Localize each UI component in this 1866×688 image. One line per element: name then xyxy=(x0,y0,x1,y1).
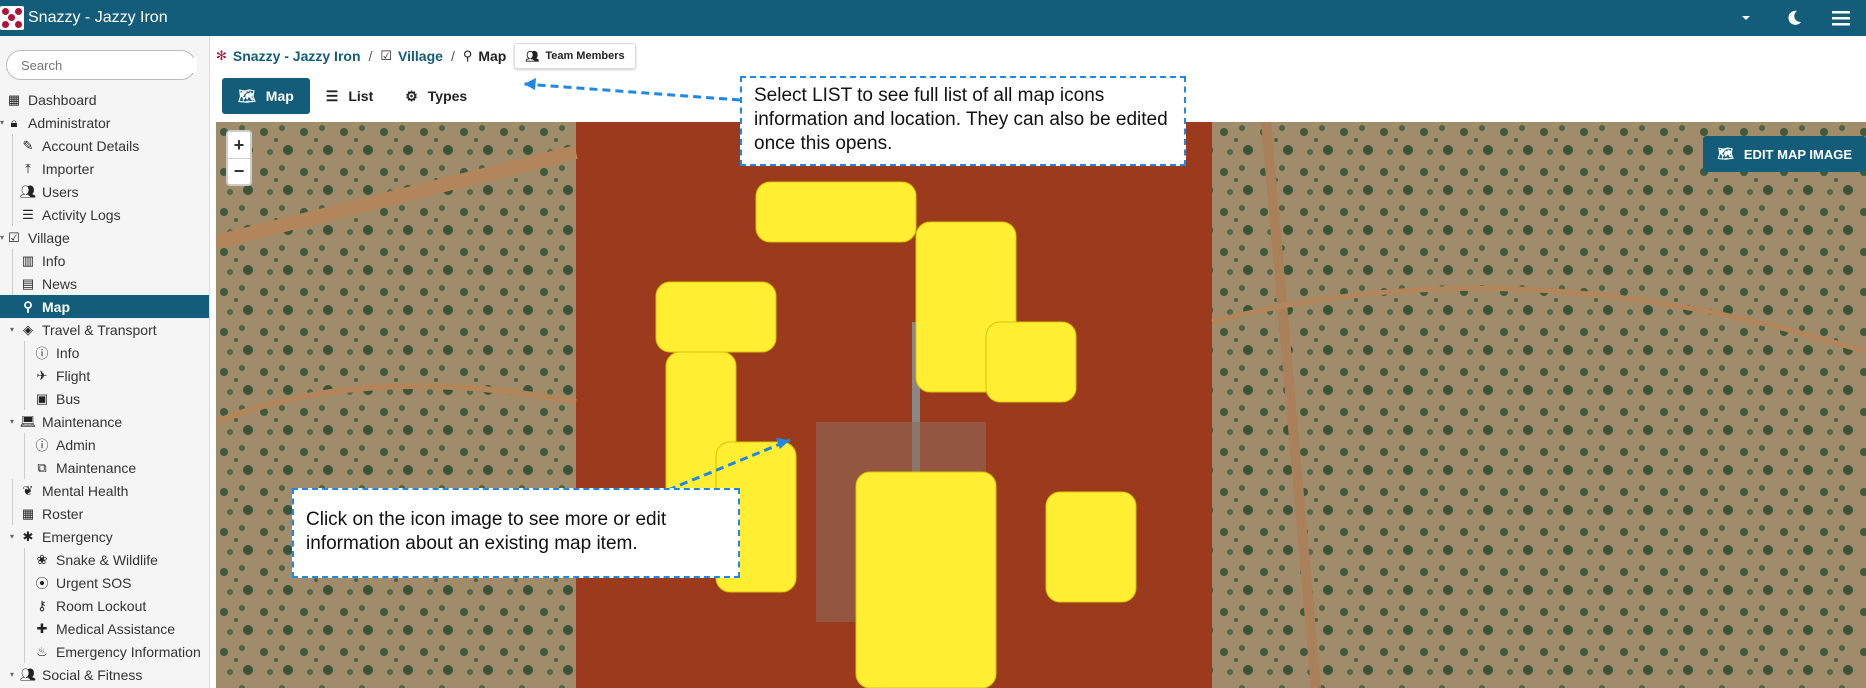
app-title: Snazzy - Jazzy Iron xyxy=(28,9,168,26)
breadcrumb-village[interactable]: Village xyxy=(398,48,443,64)
dropdown-arrow-icon[interactable] xyxy=(1722,0,1770,36)
map-view[interactable]: + − 🗺︎ EDIT MAP IMAGE xyxy=(216,122,1866,688)
map-icon: 🗺︎ xyxy=(238,87,256,104)
tab-map[interactable]: 🗺︎ Map xyxy=(222,78,310,114)
zoom-control: + − xyxy=(226,130,252,186)
list-icon: ☰ xyxy=(325,87,339,104)
sidebar-item-activity-logs[interactable]: ☰ Activity Logs xyxy=(0,203,209,226)
sidebar-item-administrator[interactable]: ▾ 🔒︎ Administrator xyxy=(0,111,209,134)
medkit-icon: ✚ xyxy=(36,620,48,636)
sidebar-nav: ▦ Dashboard ▾ 🔒︎ Administrator ✎ Account Det… xyxy=(0,88,209,686)
map-icon: 🗺︎ xyxy=(1717,146,1734,161)
sidebar-item-travel-info[interactable]: ⓘ Info xyxy=(0,341,209,364)
sidebar: ▦Dashboard ▾🔒︎Administrator ✎Account Det… xyxy=(0,36,210,688)
sidebar-item-flight[interactable]: ✈ Flight xyxy=(0,364,209,387)
sidebar-item-room-lockout[interactable]: ⚷ Room Lockout xyxy=(0,594,209,617)
dashboard-icon: ▦ xyxy=(7,91,21,107)
zoom-out-button[interactable]: − xyxy=(228,158,250,184)
list-icon: ☰ xyxy=(22,206,34,222)
pencil-icon: ✎ xyxy=(22,137,34,153)
satellite-map-image xyxy=(216,122,1866,688)
plane-icon: ✈ xyxy=(36,367,48,383)
sidebar-item-emergency[interactable]: ▾ ✱ Emergency xyxy=(0,525,209,548)
sidebar-item-social-fitness[interactable]: ▾ 👥︎ Social & Fitness xyxy=(0,663,209,686)
icon-tip-callout: Click on the icon image to see more or e… xyxy=(292,488,740,578)
sidebar-item-maintenance-group[interactable]: ▾ 💻︎ Maintenance xyxy=(0,410,209,433)
users-icon: 👥︎ xyxy=(19,183,37,199)
top-app-bar: Snazzy - Jazzy Iron xyxy=(0,0,1866,36)
sidebar-item-village-info[interactable]: ▥ Info xyxy=(0,249,209,272)
toolbox-icon: ⧉ xyxy=(37,459,47,475)
checklist-icon: ☑ xyxy=(380,48,393,63)
paw-icon: ❀ xyxy=(36,551,48,567)
tab-types[interactable]: ⚙ Types xyxy=(389,78,483,114)
sidebar-item-news[interactable]: ▤ News xyxy=(0,272,209,295)
hamburger-menu-icon[interactable] xyxy=(1818,0,1866,36)
app-logo xyxy=(0,6,24,30)
sidebar-item-bus[interactable]: ▣ Bus xyxy=(0,387,209,410)
edit-map-image-button[interactable]: 🗺︎ EDIT MAP IMAGE xyxy=(1703,136,1866,172)
upload-icon: ⤒ xyxy=(25,160,31,176)
sidebar-item-maintenance[interactable]: ⧉ Maintenance xyxy=(0,456,209,479)
view-tabs: 🗺︎ Map ☰ List ⚙ Types xyxy=(222,78,483,114)
sidebar-item-account-details[interactable]: ✎ Account Details xyxy=(0,134,209,157)
people-icon: 👥︎ xyxy=(19,666,37,682)
info-icon: ⓘ xyxy=(35,346,49,361)
sidebar-item-admin[interactable]: ⓘ Admin xyxy=(0,433,209,456)
sidebar-item-users[interactable]: 👥︎ Users xyxy=(0,180,209,203)
hands-icon: ❦ xyxy=(22,482,34,498)
search-input[interactable] xyxy=(21,57,197,73)
lock-icon: 🔒︎ xyxy=(10,114,18,130)
key-icon: ⚷ xyxy=(37,597,47,613)
sidebar-item-travel-transport[interactable]: ▾ ◈ Travel & Transport xyxy=(0,318,209,341)
sidebar-item-urgent-sos[interactable]: ⦿ Urgent SOS xyxy=(0,571,209,594)
newspaper-icon: ▤ xyxy=(21,275,35,291)
map-pin-icon: ⚲ xyxy=(23,298,33,314)
map-pin-icon: ⚲ xyxy=(462,48,473,63)
info-icon: ⓘ xyxy=(35,438,49,453)
dark-mode-moon-icon[interactable] xyxy=(1770,0,1818,36)
sidebar-item-roster[interactable]: ▦ Roster xyxy=(0,502,209,525)
sidebar-item-emergency-information[interactable]: ♨ Emergency Information xyxy=(0,640,209,663)
calendar-icon: ▦ xyxy=(21,505,35,521)
sidebar-item-map[interactable]: ⚲ Map xyxy=(0,295,209,318)
list-tip-callout: Select LIST to see full list of all map … xyxy=(740,76,1186,166)
signal-icon: ⦿ xyxy=(35,576,49,591)
search-box xyxy=(6,50,197,80)
sidebar-item-mental-health[interactable]: ❦ Mental Health xyxy=(0,479,209,502)
breadcrumb: ✻ Snazzy - Jazzy Iron / ☑ Village / ⚲ Ma… xyxy=(216,43,636,69)
asterisk-icon: ✱ xyxy=(22,528,34,544)
zoom-in-button[interactable]: + xyxy=(228,132,250,158)
laptop-icon: 💻︎ xyxy=(19,413,37,429)
breadcrumb-root[interactable]: Snazzy - Jazzy Iron xyxy=(233,48,361,64)
sidebar-item-medical-assistance[interactable]: ✚ Medical Assistance xyxy=(0,617,209,640)
sidebar-item-dashboard[interactable]: ▦ Dashboard xyxy=(0,88,209,111)
tab-list[interactable]: ☰ List xyxy=(310,78,389,114)
breadcrumb-current: Map xyxy=(478,48,507,64)
sidebar-item-importer[interactable]: ⤒ Importer xyxy=(0,157,209,180)
buildings-icon: ▥ xyxy=(21,252,35,268)
team-icon: 👥︎ xyxy=(525,50,540,63)
app-logo-small-icon: ✻ xyxy=(216,48,227,63)
checklist-icon: ☑ xyxy=(8,229,20,245)
fire-icon: ♨ xyxy=(36,643,48,659)
directions-icon: ◈ xyxy=(23,321,33,337)
team-members-button[interactable]: 👥︎ Team Members xyxy=(514,43,636,69)
sidebar-item-village[interactable]: ▾ ☑ Village xyxy=(0,226,209,249)
sidebar-item-snake-wildlife[interactable]: ❀ Snake & Wildlife xyxy=(0,548,209,571)
bus-icon: ▣ xyxy=(35,390,49,406)
gear-icon: ⚙ xyxy=(405,87,418,104)
